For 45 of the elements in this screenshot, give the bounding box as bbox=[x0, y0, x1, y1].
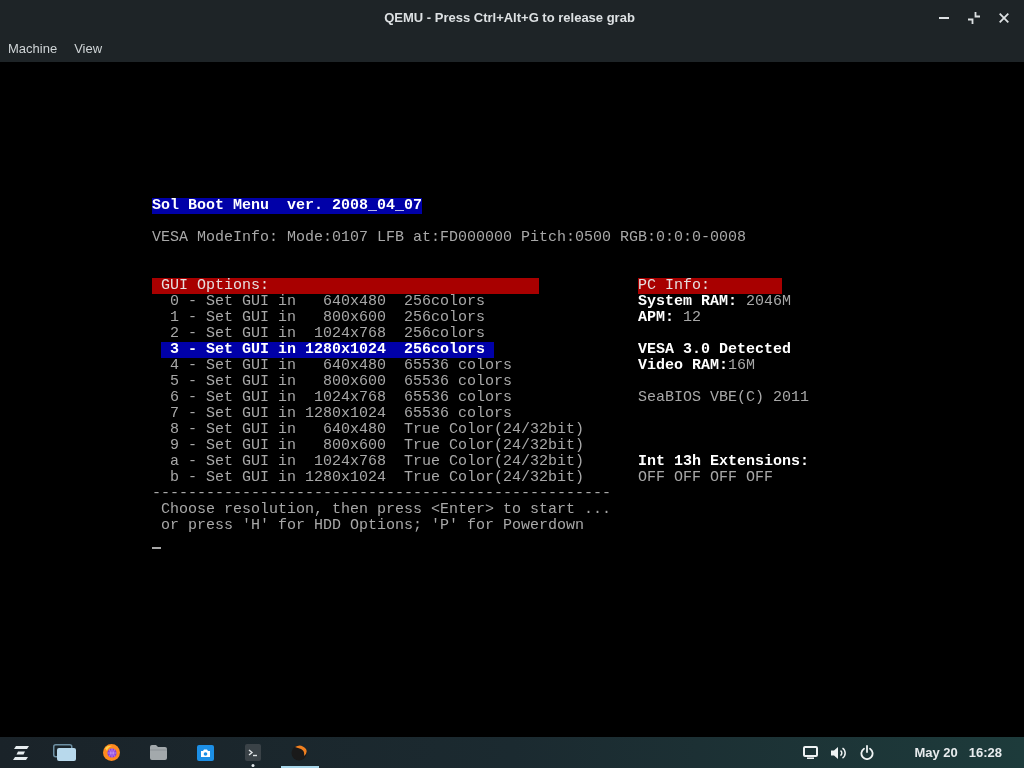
resolution-option[interactable]: 6 - Set GUI in 1024x768 65536 colors bbox=[161, 390, 522, 406]
section-header: GUI Options: bbox=[152, 278, 539, 294]
info-line: System RAM: 2046M bbox=[638, 294, 792, 310]
display-icon[interactable] bbox=[803, 746, 819, 759]
info-line: OFF OFF OFF OFF bbox=[638, 470, 774, 486]
volume-icon[interactable] bbox=[831, 745, 848, 760]
globe-icon[interactable] bbox=[103, 744, 120, 761]
close-icon[interactable] bbox=[999, 12, 1009, 23]
resolution-option[interactable]: 7 - Set GUI in 1280x1024 65536 colors bbox=[161, 406, 522, 422]
text-cursor bbox=[152, 547, 161, 549]
minimize-icon[interactable] bbox=[939, 16, 949, 19]
menu-item[interactable]: View bbox=[74, 38, 103, 59]
resolution-option[interactable]: 1 - Set GUI in 800x600 256colors bbox=[161, 310, 495, 326]
info-line: APM: 12 bbox=[638, 310, 702, 326]
clock-time: 16:28 bbox=[968, 743, 1002, 762]
window-title: QEMU - Press Ctrl+Alt+G to release grab bbox=[384, 8, 635, 27]
resolution-option[interactable]: 0 - Set GUI in 640x480 256colors bbox=[161, 294, 495, 310]
resolution-option[interactable]: 4 - Set GUI in 640x480 65536 colors bbox=[161, 358, 522, 374]
resolution-option[interactable]: a - Set GUI in 1024x768 True Color(24/32bit) bbox=[161, 454, 594, 470]
info-line: VESA 3.0 Detected bbox=[638, 342, 792, 358]
app-menu-icon[interactable] bbox=[12, 745, 29, 760]
terminal-icon[interactable] bbox=[244, 744, 261, 761]
separator-line: --------------------------------------------------- bbox=[152, 486, 612, 502]
info-line: SeaBIOS VBE(C) 2011 bbox=[638, 390, 810, 406]
mode-info-text: VESA ModeInfo: Mode:0107 LFB at:FD000000 Pitch:0500 RGB:0:0:0-0008 bbox=[152, 230, 747, 246]
power-icon[interactable] bbox=[860, 745, 875, 760]
app-logo-icon[interactable] bbox=[291, 744, 308, 761]
restore-icon[interactable] bbox=[968, 11, 980, 24]
prompt-text: Choose resolution, then press <Enter> to start ... bbox=[160, 502, 612, 518]
resolution-option[interactable]: 2 - Set GUI in 1024x768 256colors bbox=[161, 326, 495, 342]
camera-icon[interactable] bbox=[197, 744, 214, 761]
resolution-option[interactable]: 8 - Set GUI in 640x480 True Color(24/32bit) bbox=[161, 422, 594, 438]
resolution-option[interactable]: 9 - Set GUI in 800x600 True Color(24/32bit) bbox=[161, 438, 594, 454]
info-line: Int 13h Extensions: bbox=[638, 454, 810, 470]
resolution-option[interactable]: 3 - Set GUI in 1280x1024 256colors bbox=[161, 342, 495, 358]
prompt-text: or press 'H' for HDD Options; 'P' for Powerdown bbox=[160, 518, 585, 534]
menu-item[interactable]: Machine bbox=[8, 38, 58, 59]
windows-icon[interactable] bbox=[53, 744, 76, 761]
resolution-option[interactable]: b - Set GUI in 1280x1024 True Color(24/32bit) bbox=[161, 470, 594, 486]
section-header: PC Info: bbox=[638, 278, 782, 294]
info-line: Video RAM:16M bbox=[638, 358, 756, 374]
date-text: May 20 bbox=[914, 743, 958, 762]
folder-icon[interactable] bbox=[150, 745, 167, 760]
resolution-option[interactable]: 5 - Set GUI in 800x600 65536 colors bbox=[161, 374, 522, 390]
boot-menu-title: Sol Boot Menu ver. 2008_04_07 bbox=[152, 198, 423, 214]
